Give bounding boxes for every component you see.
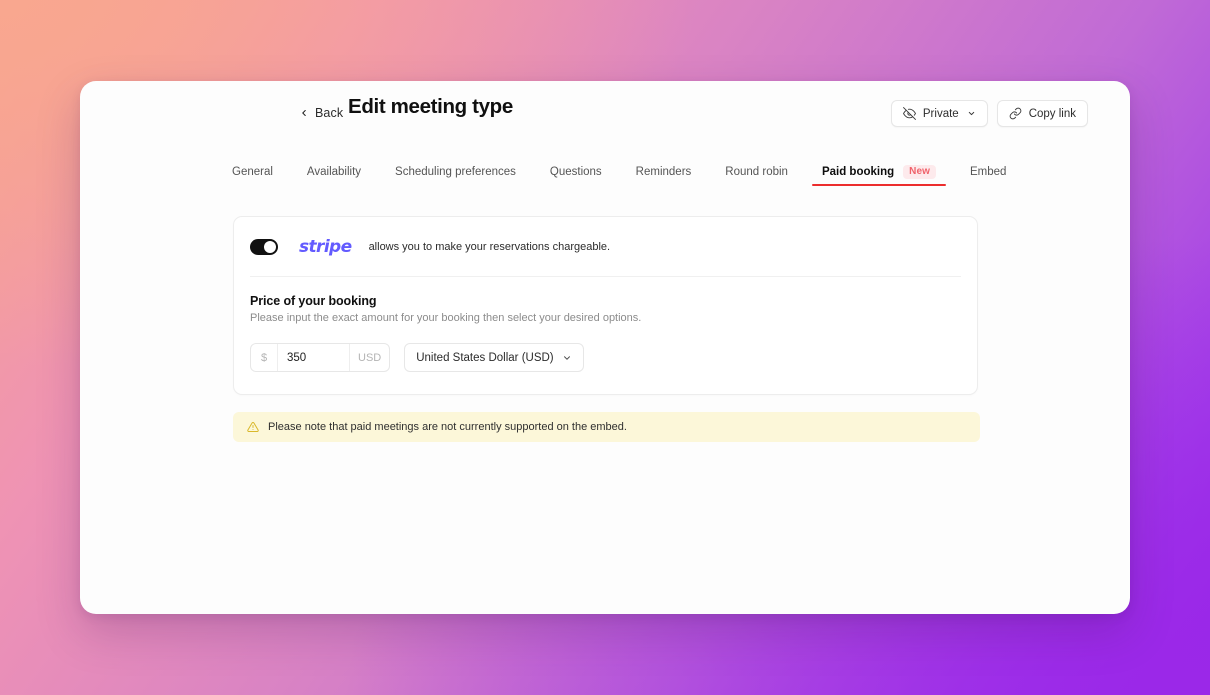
header-actions: Private Copy link (890, 100, 1088, 127)
tab-questions[interactable]: Questions (533, 157, 619, 186)
currency-symbol-prefix: $ (251, 344, 278, 371)
app-header: Back Edit meeting type Private Copy link (80, 81, 1130, 144)
app-window: Back Edit meeting type Private Copy link… (80, 81, 1130, 614)
tab-label: Round robin (725, 165, 788, 178)
price-controls: $ USD United States Dollar (USD) (250, 343, 961, 372)
embed-warning-text: Please note that paid meetings are not c… (268, 421, 627, 433)
tab-new-badge: New (903, 164, 937, 179)
tab-scheduling-preferences[interactable]: Scheduling preferences (378, 157, 533, 186)
tab-label: Scheduling preferences (395, 165, 516, 178)
tab-label: Paid booking (821, 165, 895, 178)
tab-paid-booking[interactable]: Paid booking New (805, 157, 953, 186)
price-input-group: $ USD (250, 343, 391, 372)
page-title: Edit meeting type (348, 95, 513, 118)
tab-reminders[interactable]: Reminders (619, 157, 709, 186)
tab-label: Reminders (635, 165, 692, 178)
chevron-down-icon (563, 355, 570, 360)
stripe-description: allows you to make your reservations cha… (368, 241, 611, 253)
warning-triangle-icon (247, 421, 259, 432)
copy-link-button-label: Copy link (1028, 107, 1076, 120)
tab-label: Questions (549, 165, 602, 178)
screen: Back Edit meeting type Private Copy link… (0, 0, 1210, 695)
stripe-logo: stripe (299, 237, 352, 257)
toggle-knob (264, 241, 276, 253)
main-content: stripe allows you to make your reservati… (80, 186, 1130, 442)
copy-link-button[interactable]: Copy link (996, 100, 1088, 127)
visibility-button[interactable]: Private (890, 100, 988, 127)
chevron-left-icon (302, 110, 306, 116)
price-section-subtitle: Please input the exact amount for your b… (250, 312, 642, 324)
tab-label: Embed (970, 165, 1007, 178)
currency-code-suffix: USD (349, 344, 389, 371)
eye-off-icon (902, 107, 916, 120)
embed-warning-banner: Please note that paid meetings are not c… (233, 412, 980, 442)
tab-label: Availability (306, 165, 362, 178)
back-button[interactable]: Back (299, 106, 343, 120)
tab-embed[interactable]: Embed (953, 157, 1023, 186)
tab-bar: General Availability Scheduling preferen… (80, 156, 1130, 186)
price-section: Price of your booking Please input the e… (234, 277, 977, 394)
visibility-button-label: Private (922, 107, 959, 120)
link-icon (1009, 107, 1022, 120)
stripe-toggle[interactable] (250, 239, 278, 255)
tab-label: General (232, 165, 273, 178)
tab-availability[interactable]: Availability (290, 157, 378, 186)
paid-booking-card: stripe allows you to make your reservati… (233, 216, 978, 395)
price-input[interactable] (278, 344, 349, 371)
tab-round-robin[interactable]: Round robin (708, 157, 805, 186)
stripe-integration-row: stripe allows you to make your reservati… (234, 217, 977, 276)
currency-select-value: United States Dollar (USD) (416, 351, 554, 364)
price-section-title: Price of your booking (250, 294, 377, 308)
tab-general[interactable]: General (232, 157, 290, 186)
chevron-down-icon (968, 111, 974, 116)
currency-select[interactable]: United States Dollar (USD) (404, 343, 584, 372)
back-button-label: Back (315, 106, 344, 120)
